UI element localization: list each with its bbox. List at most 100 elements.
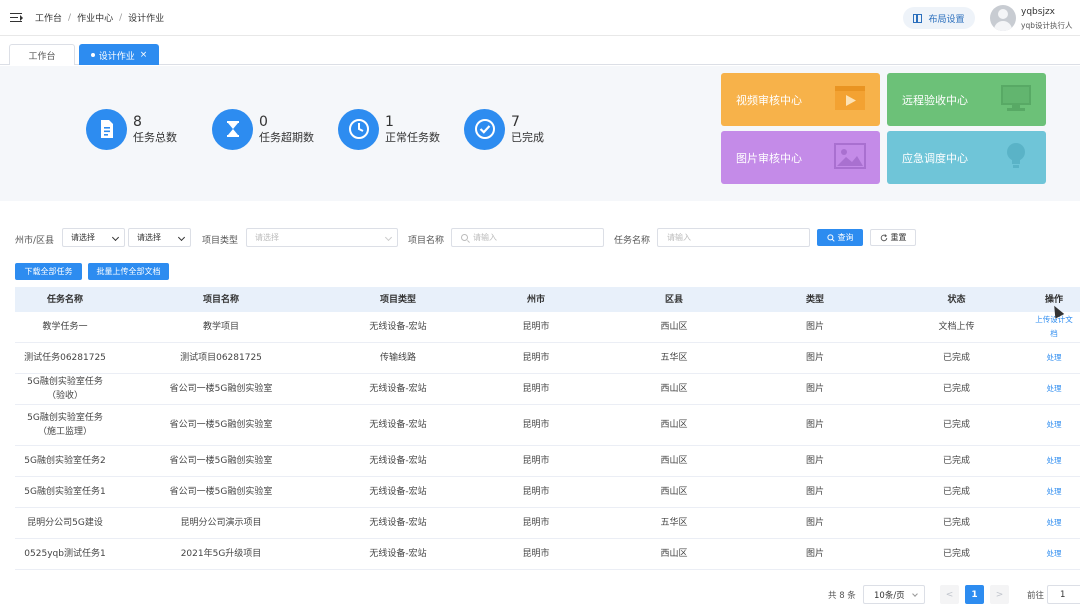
chevron-down-icon [111,233,120,242]
stat-value: 0 [259,113,268,130]
layout-settings-button[interactable]: 布局设置 [903,7,975,29]
table-cell-district: 西山区 [660,456,688,466]
table-cell-city: 昆明市 [522,487,550,497]
project-type-label: 项目类型 [202,236,239,246]
table-cell-city: 昆明市 [522,549,550,559]
download-all-tasks-button[interactable]: 下载全部任务 [15,263,82,280]
reset-button[interactable]: 重置 [870,229,916,246]
column-header: 州市 [526,294,545,305]
table-cell-city: 昆明市 [522,353,550,363]
batch-upload-documents-button[interactable]: 批量上传全部文档 [88,263,169,280]
table-row: 0525yqb测试任务1 2021年5G升级项目 无线设备-宏站 昆明市 西山区 图片 已完… [15,539,1080,570]
layout-settings-label: 布局设置 [928,14,965,25]
prev-page-button[interactable]: < [940,585,959,604]
video-icon [835,86,865,110]
close-icon[interactable]: × [140,50,148,60]
table-cell-district: 五华区 [660,353,688,363]
project-type-select[interactable]: 请选择 [246,228,398,247]
table-cell-district: 西山区 [660,420,688,430]
hourglass-icon [212,108,253,150]
column-header: 项目名称 [202,294,239,305]
task-name-input[interactable]: 请输入 [657,228,810,247]
table-cell-project: 测试项目06281725 [180,353,262,363]
city-select-value: 请选择 [71,233,95,242]
column-header: 项目类型 [379,294,416,305]
table-cell-status: 已完成 [942,518,970,528]
stat-normal-tasks: 1 正常任务数 [338,108,440,150]
table-cell-task: 测试任务06281725 [24,353,106,363]
stat-label: 任务超期数 [259,130,314,144]
table-cell-district: 西山区 [660,487,688,497]
table-cell-status: 文档上传 [938,322,975,332]
table-cell-task: 0525yqb测试任务1 [24,549,106,559]
stat-label: 正常任务数 [385,130,440,144]
table-row: 昆明分公司5G建设 昆明分公司演示项目 无线设备-宏站 昆明市 五华区 图片 已完成 处理 [15,508,1080,539]
refresh-icon [880,233,887,241]
table-header: 任务名称 项目名称 项目类型 州市 区县 类型 状态 操作 [15,287,1080,312]
breadcrumb-item-workbench[interactable]: 工作台 [35,11,62,24]
table-cell-district: 西山区 [660,322,688,332]
center-card-label: 图片审核中心 [736,151,802,165]
stat-label: 任务总数 [133,130,177,144]
region-filter-label: 州市/区县 [15,236,55,246]
table-cell-district: 五华区 [660,518,688,528]
chevron-down-icon [912,591,918,597]
project-name-placeholder: 请输入 [473,233,497,242]
pagination-total: 共 8 条 [828,591,856,601]
stat-value: 7 [511,113,520,130]
table-cell-type: 无线设备-宏站 [369,549,427,559]
table-row: 5G融创实验室任务（验收） 省公司一楼5G融创实验室 无线设备-宏站 昆明市 西山区 图片… [15,374,1080,405]
project-name-input[interactable]: 请输入 [451,228,604,247]
check-icon [464,108,505,150]
table-cell-type: 无线设备-宏站 [369,456,427,466]
column-header: 区县 [664,294,683,305]
district-select-value: 请选择 [137,233,161,242]
menu-toggle-icon[interactable] [10,12,23,23]
row-action-link[interactable]: 处理 [1028,454,1080,468]
task-name-placeholder: 请输入 [667,233,691,242]
video-review-center-card[interactable]: 视频审核中心 [721,73,880,126]
table-cell-project: 省公司一楼5G融创实验室 [169,487,273,497]
table-cell-kind: 图片 [805,456,824,466]
reset-button-label: 重置 [890,233,907,242]
tab-workbench[interactable]: 工作台 [9,44,75,65]
table-cell-type: 无线设备-宏站 [369,322,427,332]
breadcrumb-item-job-center[interactable]: 作业中心 [77,11,113,24]
row-action-link[interactable]: 处理 [1028,485,1080,499]
query-button[interactable]: 查询 [817,229,863,246]
row-action-link[interactable]: 处理 [1028,547,1080,561]
row-action-link[interactable]: 处理 [1028,382,1080,396]
tab-design-job[interactable]: 设计作业 × [79,44,159,65]
image-review-center-card[interactable]: 图片审核中心 [721,131,880,184]
table-cell-kind: 图片 [805,353,824,363]
row-action-link[interactable]: 处理 [1028,351,1080,365]
city-select[interactable]: 请选择 [62,228,125,247]
table-cell-city: 昆明市 [522,456,550,466]
table-row: 5G融创实验室任务1 省公司一楼5G融创实验室 无线设备-宏站 昆明市 西山区 图片 已完成… [15,477,1080,508]
table-cell-type: 无线设备-宏站 [369,384,427,394]
page-size-select[interactable]: 10条/页 [863,585,925,604]
next-page-button[interactable]: > [990,585,1009,604]
avatar[interactable] [990,5,1016,31]
table-cell-type: 传输线路 [379,353,416,363]
table-cell-status: 已完成 [942,384,970,394]
table-cell-kind: 图片 [805,384,824,394]
center-card-label: 视频审核中心 [736,93,802,107]
page-number-button[interactable]: 1 [965,585,984,604]
stat-overdue-tasks: 0 任务超期数 [212,108,314,150]
row-action-link[interactable]: 处理 [1028,516,1080,530]
goto-page-input[interactable]: 1 [1047,585,1080,604]
table-cell-city: 昆明市 [522,322,550,332]
table-cell-kind: 图片 [805,420,824,430]
download-all-label: 下载全部任务 [24,267,73,276]
task-name-label: 任务名称 [614,236,651,246]
page-size-value: 10条/页 [874,590,905,601]
district-select[interactable]: 请选择 [128,228,191,247]
table-cell-project: 省公司一楼5G融创实验室 [169,420,273,430]
breadcrumb-separator: / [119,12,123,23]
emergency-dispatch-center-card[interactable]: 应急调度中心 [887,131,1046,184]
row-action-link[interactable]: 处理 [1028,418,1080,432]
tab-bar: 工作台 设计作业 × [0,37,1080,65]
remote-acceptance-center-card[interactable]: 远程验收中心 [887,73,1046,126]
table-cell-city: 昆明市 [522,420,550,430]
